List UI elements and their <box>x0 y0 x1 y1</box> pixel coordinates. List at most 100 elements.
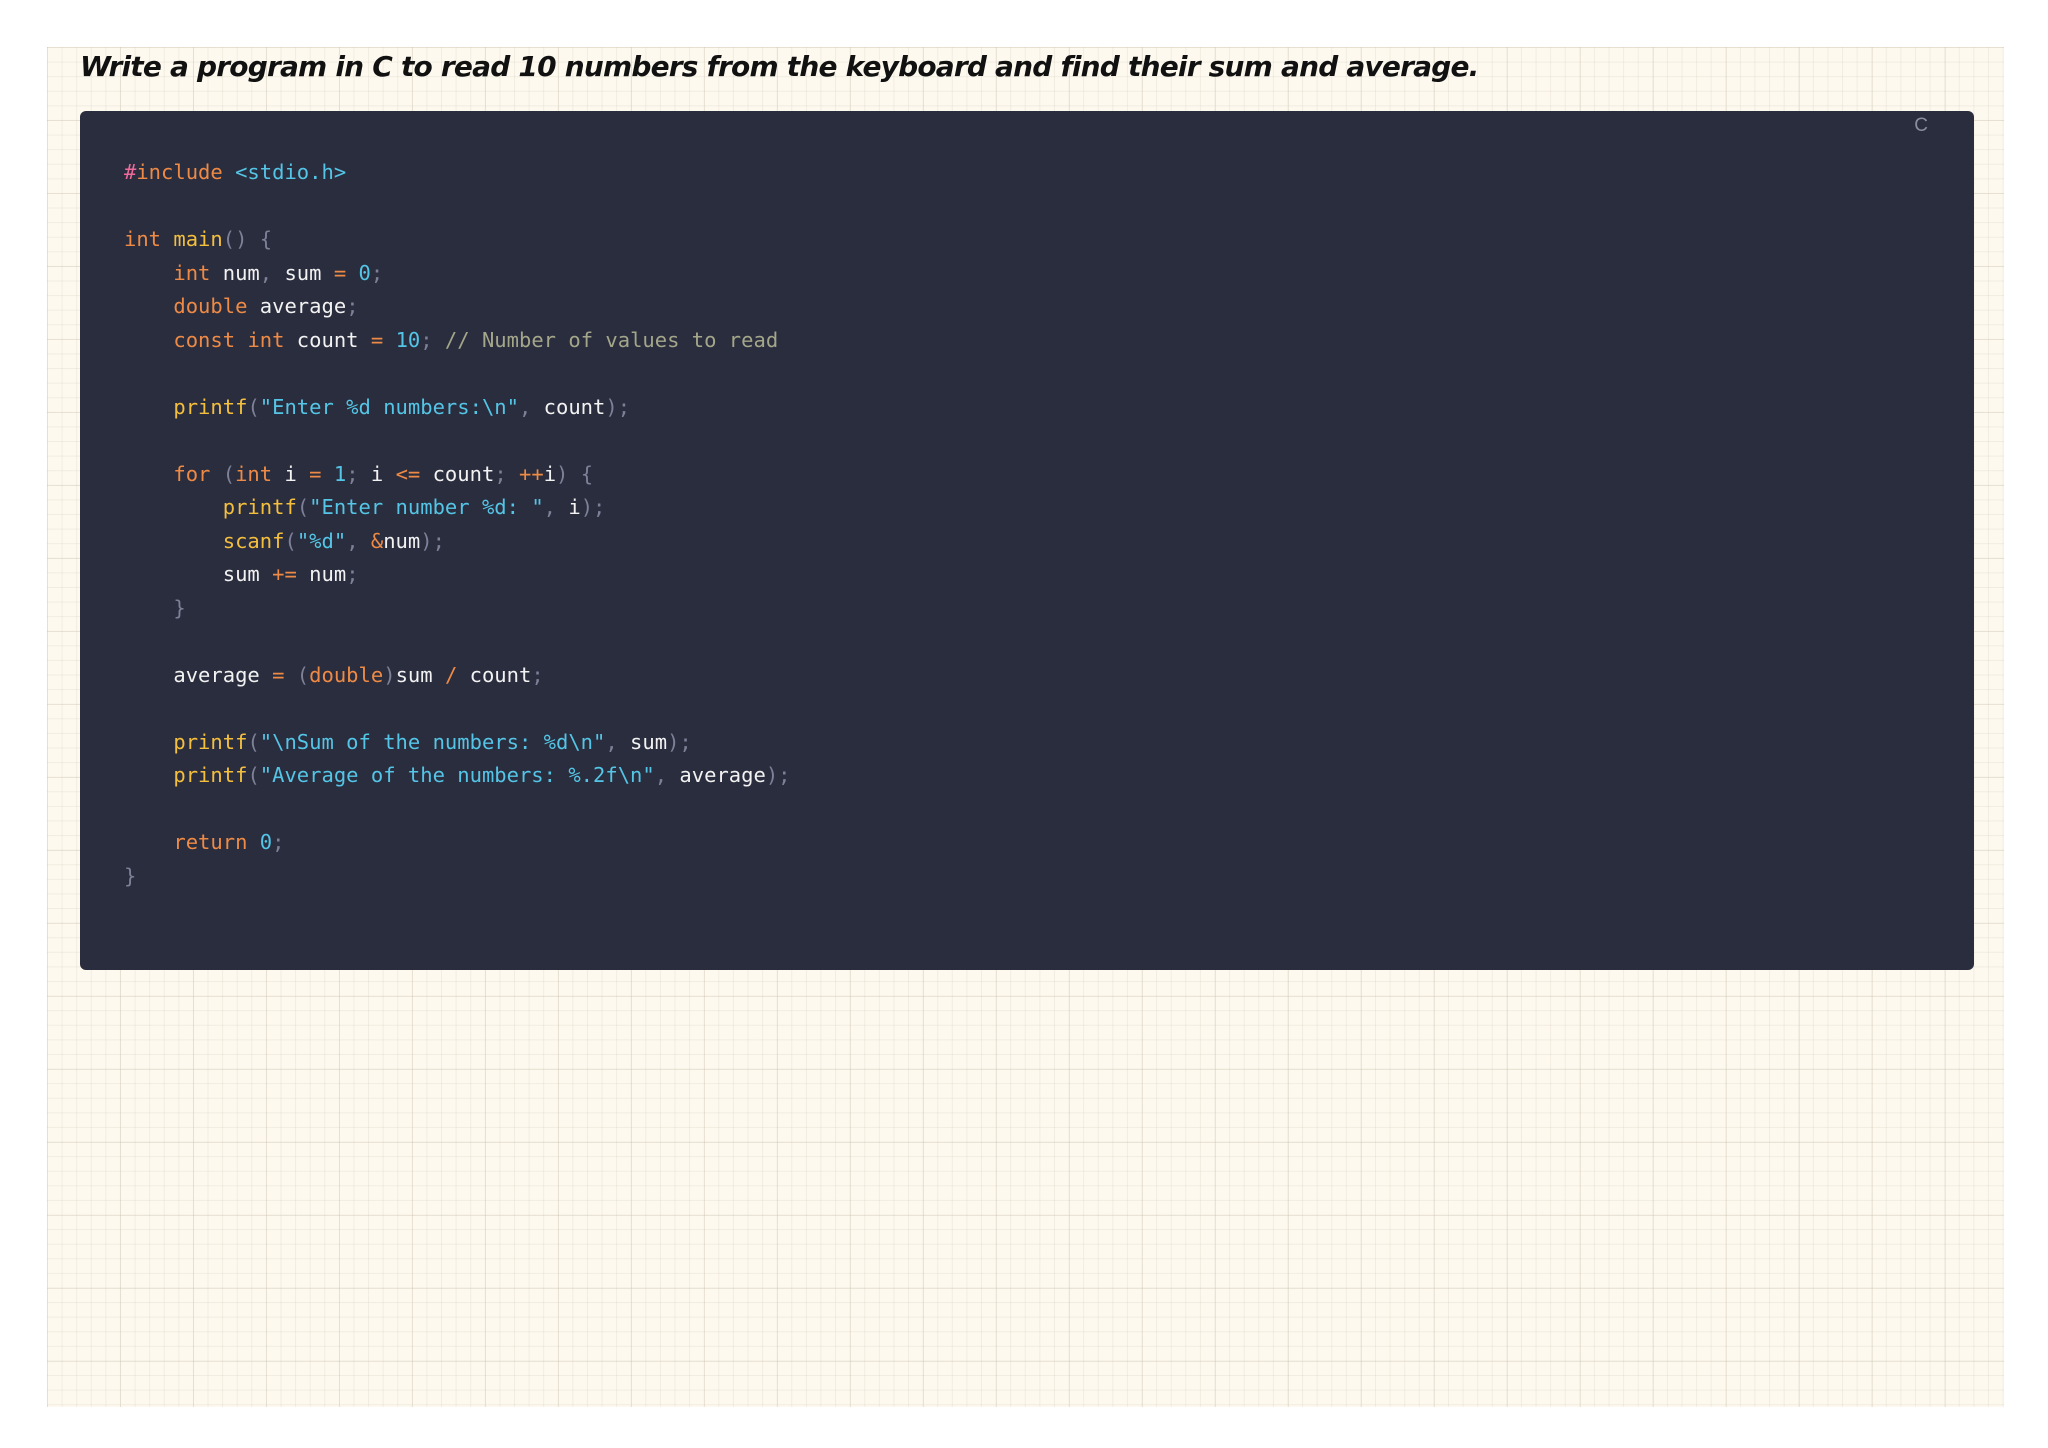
code-token: double <box>309 662 384 687</box>
code-token: num <box>383 528 421 553</box>
code-token: average <box>667 763 766 787</box>
code-token: = <box>309 461 322 486</box>
code-token: ); <box>765 763 791 787</box>
code-token: ; <box>346 294 359 318</box>
code-token: ) { <box>556 461 594 486</box>
code-token: ; <box>346 461 359 486</box>
code-token: <= <box>395 461 421 486</box>
code-token: int <box>247 327 285 352</box>
code-content: #include <stdio.h> int main() { int num,… <box>124 156 791 893</box>
code-block: C #include <stdio.h> int main() { int nu… <box>80 111 1974 970</box>
code-token: ( <box>296 495 310 519</box>
code-token: ( <box>247 729 260 754</box>
code-line: average = (double)sum / count; <box>124 659 791 693</box>
code-token: "Enter %d numbers:\n" <box>259 394 519 419</box>
code-token: scanf <box>222 528 285 553</box>
code-token: // Number of values to read <box>432 327 779 352</box>
code-token: 0 <box>259 830 273 854</box>
code-token: ; <box>272 830 285 854</box>
code-token: <stdio.h> <box>235 160 347 184</box>
code-token: printf <box>173 763 248 787</box>
code-token: ; <box>494 461 507 486</box>
code-token: num <box>210 260 260 285</box>
code-token: printf <box>173 394 248 419</box>
code-token: int <box>124 227 162 251</box>
code-token: sum <box>617 729 668 754</box>
code-token: ); <box>580 495 606 519</box>
page-title: Write a program in C to read 10 numbers … <box>80 50 1479 83</box>
code-token: for <box>173 461 211 486</box>
code-line: int main() { <box>124 223 791 257</box>
code-token: i <box>272 461 310 486</box>
code-language-label: C <box>1914 115 1928 136</box>
code-token: , <box>346 528 359 553</box>
code-token: return <box>173 830 248 854</box>
code-token: , <box>605 729 618 754</box>
code-token: 1 <box>333 461 347 486</box>
code-token: ( <box>247 763 260 787</box>
code-token: include <box>136 160 223 184</box>
code-line: for (int i = 1; i <= count; ++i) { <box>124 458 791 492</box>
code-token: int <box>235 461 273 486</box>
code-token: ; <box>370 260 384 285</box>
code-line: printf("Average of the numbers: %.2f\n",… <box>124 759 791 793</box>
code-token: const <box>173 327 236 352</box>
code-token: , <box>543 495 556 519</box>
code-token: count <box>284 327 371 352</box>
code-token: 10 <box>395 327 421 352</box>
code-token: ); <box>420 528 445 553</box>
code-token: average <box>247 294 347 318</box>
code-line: printf("Enter number %d: ", i); <box>124 491 791 525</box>
code-token: , <box>518 394 532 419</box>
code-token: main <box>173 227 223 251</box>
code-line: #include <stdio.h> <box>124 156 791 190</box>
code-line: sum += num; <box>124 558 791 592</box>
code-token: "\nSum of the numbers: %d\n" <box>259 729 606 754</box>
code-token: } <box>173 595 186 620</box>
code-token: ); <box>605 394 631 419</box>
code-token: ++ <box>519 461 544 486</box>
code-token: & <box>370 528 384 553</box>
code-token: "Average of the numbers: %.2f\n" <box>259 763 655 787</box>
code-token: += <box>272 562 297 586</box>
code-token: ( <box>284 528 297 553</box>
code-token: ); <box>667 729 692 754</box>
code-token: i <box>358 461 396 486</box>
code-line: scanf("%d", &num); <box>124 525 791 559</box>
code-token: # <box>124 160 137 184</box>
code-token: ( <box>284 662 310 687</box>
code-token: int <box>173 260 211 285</box>
code-token: i <box>556 495 581 519</box>
code-token: ; <box>420 327 433 352</box>
code-line: double average; <box>124 290 791 324</box>
code-token: = <box>370 327 384 352</box>
code-token: , <box>654 763 668 787</box>
code-line: printf("\nSum of the numbers: %d\n", sum… <box>124 726 791 760</box>
code-token: "%d" <box>296 528 347 553</box>
code-token: average <box>173 662 273 687</box>
code-token: sum <box>272 260 334 285</box>
code-token: "Enter number %d: " <box>309 495 544 519</box>
code-token: count <box>420 461 495 486</box>
code-token: = <box>272 662 285 687</box>
code-line: return 0; <box>124 826 791 860</box>
code-line: const int count = 10; // Number of value… <box>124 324 791 358</box>
